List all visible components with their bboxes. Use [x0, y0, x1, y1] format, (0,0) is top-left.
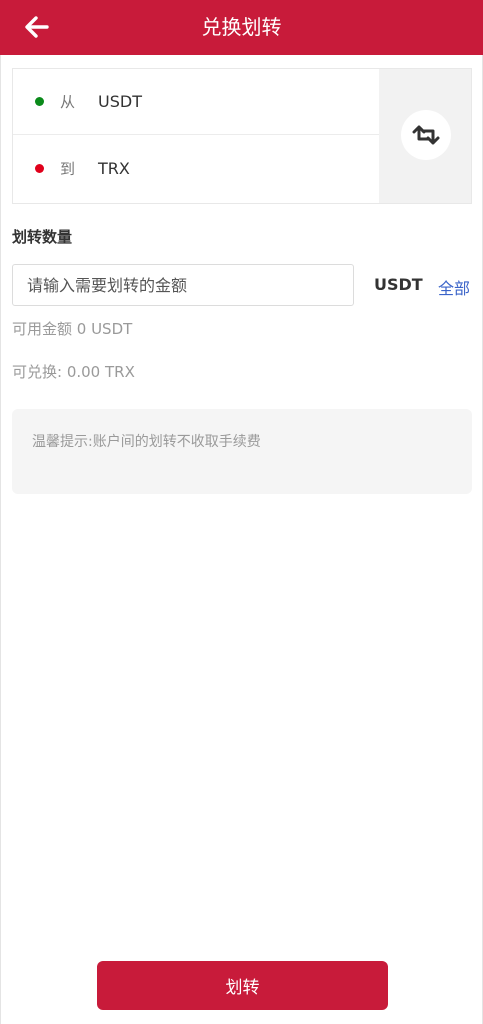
to-status-dot: [35, 163, 44, 173]
to-label: 到: [60, 159, 76, 178]
page-title: 兑换划转: [201, 15, 282, 39]
swap-card: 从 USDT 到 TRX: [12, 68, 472, 204]
amount-input[interactable]: [12, 264, 354, 306]
available-amount-text: 可用金额 0 USDT: [12, 320, 133, 338]
exchangeable-amount-text: 可兑换: 0.00 TRX: [12, 363, 135, 381]
tip-text: 温馨提示:账户间的划转不收取手续费: [32, 434, 261, 450]
from-status-dot: [35, 97, 44, 106]
tip-box: 温馨提示:账户间的划转不收取手续费: [12, 409, 472, 494]
header-bar: 兑换划转: [0, 0, 483, 55]
swap-side-panel: [379, 69, 471, 203]
swap-arrows-icon: [412, 125, 440, 145]
swap-from-row[interactable]: 从 USDT: [13, 69, 380, 135]
from-label: 从: [60, 93, 76, 111]
swap-direction-button[interactable]: [401, 110, 451, 160]
from-coin: USDT: [98, 92, 142, 111]
swap-to-row[interactable]: 到 TRX: [13, 135, 380, 201]
to-coin: TRX: [98, 158, 130, 178]
transfer-submit-button[interactable]: 划转: [97, 961, 388, 1010]
amount-unit-label: USDT: [374, 275, 423, 294]
amount-section-title: 划转数量: [12, 228, 73, 246]
all-amount-link[interactable]: 全部: [438, 275, 470, 299]
